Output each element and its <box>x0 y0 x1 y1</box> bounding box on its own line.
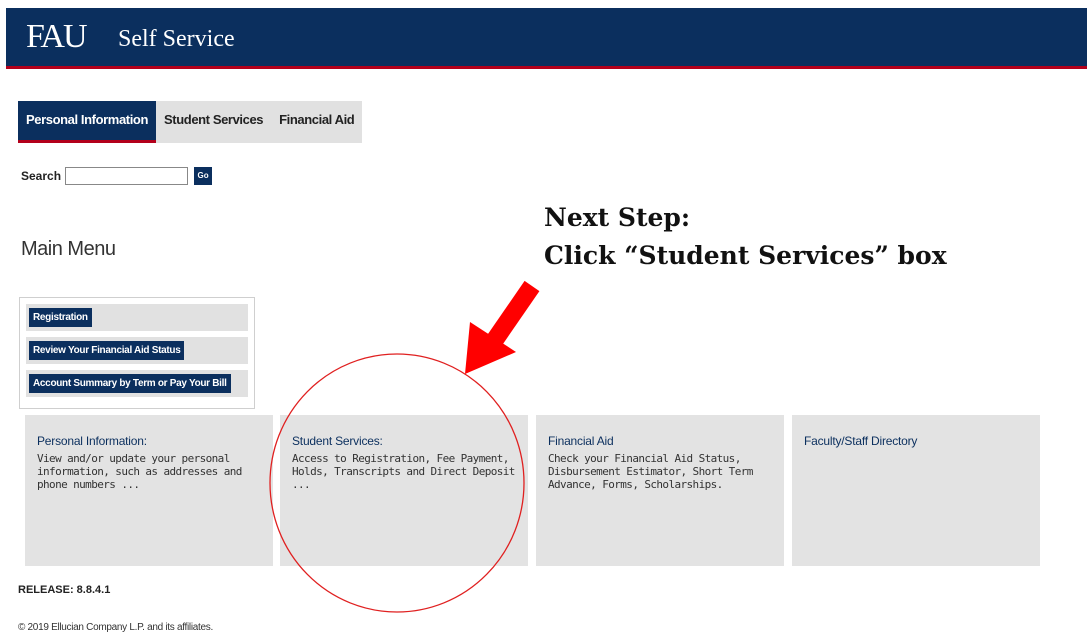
search-go-button[interactable]: Go <box>194 167 213 185</box>
card-financial-aid[interactable]: Financial Aid Check your Financial Aid S… <box>536 415 784 566</box>
tab-student-services[interactable]: Student Services <box>156 101 272 143</box>
tab-financial-aid[interactable]: Financial Aid <box>271 101 363 143</box>
copyright-text: © 2019 Ellucian Company L.P. and its aff… <box>18 622 213 633</box>
quick-link-row: Review Your Financial Aid Status <box>26 337 248 364</box>
app-title: Self Service <box>118 26 235 52</box>
card-description: Check your Financial Aid Status, Disburs… <box>548 452 753 491</box>
instruction-annotation: Next Step: Click “Student Services” box <box>544 199 947 275</box>
card-personal-information[interactable]: Personal Information: View and/or update… <box>25 415 273 566</box>
card-description: View and/or update your personal informa… <box>37 452 242 491</box>
card-title: Faculty/Staff Directory <box>804 434 918 448</box>
page-title: Main Menu <box>21 238 116 260</box>
search-bar: Search Go <box>21 167 213 185</box>
release-version: RELEASE: 8.8.4.1 <box>18 584 111 596</box>
card-title: Personal Information: <box>37 434 147 448</box>
registration-link[interactable]: Registration <box>29 308 92 327</box>
search-input[interactable] <box>65 167 189 185</box>
card-student-services[interactable]: Student Services: Access to Registration… <box>280 415 528 566</box>
card-faculty-staff-directory[interactable]: Faculty/Staff Directory <box>792 415 1040 566</box>
quick-link-row: Registration <box>26 304 248 331</box>
annotation-line-2: Click “Student Services” box <box>544 241 947 270</box>
card-description: Access to Registration, Fee Payment, Hol… <box>292 452 515 491</box>
account-summary-link[interactable]: Account Summary by Term or Pay Your Bill <box>29 374 231 393</box>
search-label: Search <box>21 169 62 183</box>
annotation-line-1: Next Step: <box>544 203 691 232</box>
card-title: Student Services: <box>292 434 383 448</box>
card-title: Financial Aid <box>548 434 614 448</box>
quick-link-row: Account Summary by Term or Pay Your Bill <box>26 370 248 397</box>
page-header: FAU Self Service <box>6 8 1087 69</box>
red-arrow-icon <box>465 280 540 374</box>
quick-links-panel: Registration Review Your Financial Aid S… <box>19 297 255 409</box>
main-tabs: Personal Information Student Services Fi… <box>18 101 363 143</box>
financial-aid-status-link[interactable]: Review Your Financial Aid Status <box>29 341 185 360</box>
fau-logo[interactable]: FAU <box>26 18 87 56</box>
tab-personal-information[interactable]: Personal Information <box>18 101 157 143</box>
